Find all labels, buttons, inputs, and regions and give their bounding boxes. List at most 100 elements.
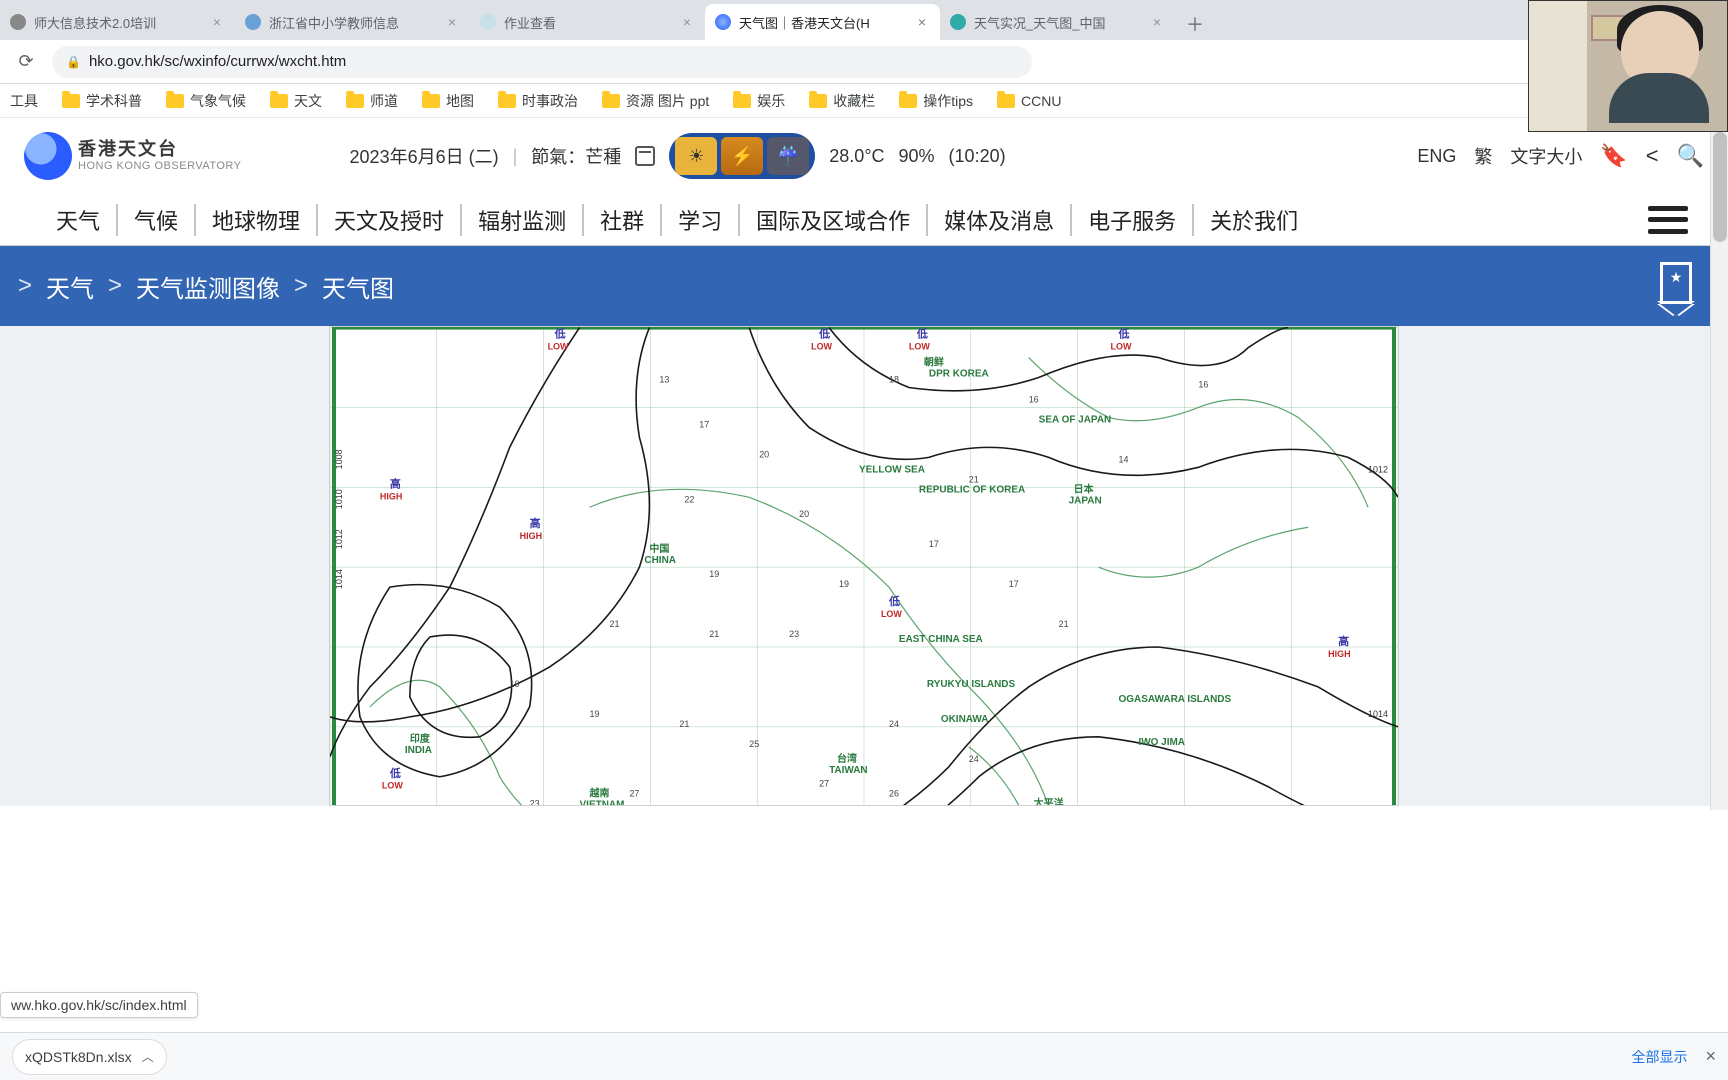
svg-text:台湾: 台湾	[837, 752, 857, 765]
nav-international[interactable]: 国际及区域合作	[740, 204, 928, 236]
nav-astronomy[interactable]: 天文及授时	[318, 204, 462, 236]
lang-trad[interactable]: 繁	[1474, 143, 1492, 169]
search-icon[interactable]: 🔍	[1677, 143, 1704, 169]
bookmark-politics[interactable]: 时事政治	[498, 91, 578, 111]
svg-text:OKINAWA: OKINAWA	[941, 714, 989, 725]
hko-header: 香港天文台 HONG KONG OBSERVATORY 2023年6月6日 (二…	[0, 118, 1728, 194]
bookmark-entertainment[interactable]: 娱乐	[733, 91, 785, 111]
svg-text:1010: 1010	[334, 489, 344, 509]
bookmark-astro[interactable]: 天文	[270, 91, 322, 111]
logo-icon	[24, 132, 72, 180]
close-icon[interactable]: ×	[444, 14, 460, 30]
bookmark-shidao[interactable]: 师道	[346, 91, 398, 111]
bookmark-tools[interactable]: 工具	[10, 91, 38, 111]
folder-icon	[270, 94, 288, 108]
tab-3[interactable]: 作业查看 ×	[470, 4, 705, 40]
svg-text:INDIA: INDIA	[405, 745, 432, 756]
svg-text:21: 21	[679, 719, 689, 729]
close-icon[interactable]: ×	[1149, 14, 1165, 30]
url-field[interactable]: 🔒 hko.gov.hk/sc/wxinfo/currwx/wxcht.htm	[52, 46, 1032, 78]
hko-logo[interactable]: 香港天文台 HONG KONG OBSERVATORY	[24, 132, 242, 180]
folder-icon	[62, 94, 80, 108]
bookmarks-bar: 工具 学术科普 气象气候 天文 师道 地图 时事政治 资源 图片 ppt 娱乐 …	[0, 84, 1728, 118]
nav-media[interactable]: 媒体及消息	[928, 204, 1072, 236]
menu-button[interactable]	[1648, 206, 1688, 234]
text-size[interactable]: 文字大小	[1510, 143, 1582, 169]
content-area: 低LOW 低LOW 低LOW 低LOW 低LOW 低LOW 低LOW 高HIGH…	[0, 326, 1728, 806]
svg-text:1014: 1014	[334, 569, 344, 589]
nav-learning[interactable]: 学习	[662, 204, 740, 236]
svg-text:低: 低	[389, 766, 401, 780]
bookmark-ccnu[interactable]: CCNU	[997, 93, 1061, 109]
svg-text:EAST CHINA SEA: EAST CHINA SEA	[899, 634, 983, 645]
download-item[interactable]: xQDSTk8Dn.xlsx ︿	[12, 1039, 167, 1075]
nav-community[interactable]: 社群	[584, 204, 662, 236]
show-all-downloads[interactable]: 全部显示	[1631, 1047, 1687, 1067]
solar-term: 節氣：芒種	[531, 143, 621, 169]
tab-2[interactable]: 浙江省中小学教师信息 ×	[235, 4, 470, 40]
doc-icon	[480, 14, 496, 30]
bookmark-tips[interactable]: 操作tips	[899, 91, 973, 111]
bookmark-favorites[interactable]: 收藏栏	[809, 91, 875, 111]
page-scrollbar[interactable]	[1710, 130, 1728, 810]
bookmark-resources[interactable]: 资源 图片 ppt	[602, 91, 709, 111]
close-icon[interactable]: ×	[914, 14, 930, 30]
close-downloads-bar[interactable]: ×	[1705, 1046, 1716, 1067]
nav-geophysics[interactable]: 地球物理	[196, 204, 318, 236]
date-text: 2023年6月6日 (二)	[350, 143, 499, 169]
folder-icon	[166, 94, 184, 108]
nav-about[interactable]: 关於我们	[1194, 204, 1314, 236]
share-icon[interactable]: <	[1646, 143, 1659, 169]
calendar-icon[interactable]	[635, 146, 655, 166]
svg-text:21: 21	[1059, 619, 1069, 629]
reload-button[interactable]: ⟳	[12, 48, 40, 76]
person-avatar	[1621, 11, 1699, 89]
svg-text:21: 21	[609, 619, 619, 629]
bookmark-meteo[interactable]: 气象气候	[166, 91, 246, 111]
main-nav: 天气 气候 地球物理 天文及授时 辐射监测 社群 学习 国际及区域合作 媒体及消…	[0, 194, 1728, 246]
tab-1[interactable]: 师大信息技术2.0培训 ×	[0, 4, 235, 40]
time: (10:20)	[949, 146, 1006, 167]
svg-text:LOW: LOW	[548, 342, 569, 352]
new-tab-button[interactable]: ＋	[1179, 8, 1211, 40]
download-filename: xQDSTk8Dn.xlsx	[25, 1049, 132, 1065]
svg-text:HIGH: HIGH	[520, 531, 542, 541]
downloads-bar: xQDSTk8Dn.xlsx ︿ 全部显示 ×	[0, 1032, 1728, 1080]
weather-warnings[interactable]: ☀ ⚡ ☔	[669, 133, 815, 179]
scrollbar-thumb[interactable]	[1713, 132, 1727, 242]
svg-text:26: 26	[889, 789, 899, 799]
svg-text:17: 17	[929, 539, 939, 549]
svg-text:RYUKYU ISLANDS: RYUKYU ISLANDS	[927, 679, 1016, 690]
close-icon[interactable]: ×	[209, 14, 225, 30]
svg-text:中国: 中国	[649, 542, 669, 555]
lang-eng[interactable]: ENG	[1417, 146, 1456, 167]
video-call-overlay[interactable]	[1528, 0, 1728, 132]
breadcrumb-monitoring[interactable]: 天气监测图像	[136, 269, 280, 304]
svg-text:25: 25	[749, 739, 759, 749]
nav-radiation[interactable]: 辐射监测	[462, 204, 584, 236]
favicon	[10, 14, 26, 30]
breadcrumb-sep: >	[108, 272, 122, 300]
folder-icon	[733, 94, 751, 108]
nav-eservices[interactable]: 电子服务	[1072, 204, 1194, 236]
svg-text:16: 16	[1029, 394, 1039, 404]
bookmark-maps[interactable]: 地图	[422, 91, 474, 111]
svg-text:低: 低	[916, 327, 928, 341]
tab-4-active[interactable]: 天气图｜香港天文台(H ×	[705, 4, 940, 40]
bookmark-academic[interactable]: 学术科普	[62, 91, 142, 111]
close-icon[interactable]: ×	[679, 14, 695, 30]
weather-chart: 低LOW 低LOW 低LOW 低LOW 低LOW 低LOW 低LOW 高HIGH…	[329, 326, 1399, 806]
bookmark-icon[interactable]: 🔖	[1600, 143, 1627, 169]
breadcrumb-weather[interactable]: 天气	[46, 269, 94, 304]
nav-weather[interactable]: 天气	[40, 204, 118, 236]
folder-icon	[809, 94, 827, 108]
tab-5[interactable]: 天气实况_天气图_中国 ×	[940, 4, 1175, 40]
breadcrumb-chart[interactable]: 天气图	[322, 269, 394, 304]
hko-icon	[715, 14, 731, 30]
svg-text:YELLOW SEA: YELLOW SEA	[859, 464, 925, 475]
svg-text:TAIWAN: TAIWAN	[829, 765, 868, 776]
nav-climate[interactable]: 气候	[118, 204, 196, 236]
svg-text:太平洋: 太平洋	[1033, 797, 1064, 806]
bookmark-ribbon-button[interactable]: ★	[1660, 262, 1692, 306]
chevron-up-icon[interactable]: ︿	[142, 1048, 154, 1065]
